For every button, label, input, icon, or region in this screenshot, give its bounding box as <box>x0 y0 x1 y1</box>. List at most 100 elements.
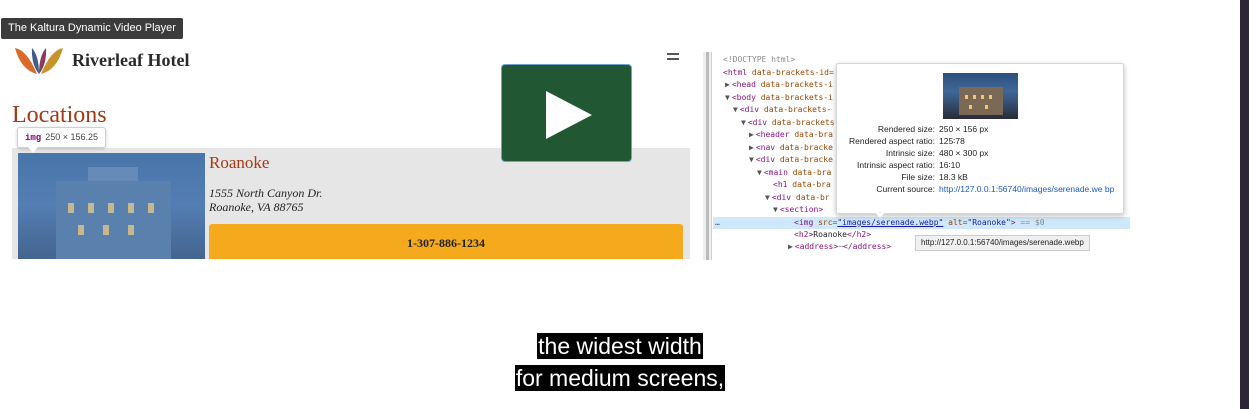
video-player[interactable]: Riverleaf Hotel Locations Roanoke 1555 N… <box>0 0 1240 409</box>
doctype-text: <!DOCTYPE html> <box>723 55 796 64</box>
dom-node-line[interactable]: <html data-brackets-id= <box>723 67 834 79</box>
h2-text: Roanoke <box>813 230 847 239</box>
caption-line-1: the widest width <box>537 333 703 359</box>
preview-value[interactable]: http://127.0.0.1:56740/images/serenade.w… <box>939 184 1119 195</box>
node-tag: <html <box>723 67 752 77</box>
selected-node-marker: == $0 <box>1015 218 1045 227</box>
selected-tag-open: <img <box>794 218 819 227</box>
preview-label: Intrinsic size: <box>885 148 935 158</box>
location-city: Roanoke <box>209 153 270 172</box>
preview-label: Intrinsic aspect ratio: <box>857 160 935 170</box>
preview-label: Rendered aspect ratio: <box>849 136 935 146</box>
node-attribute: data-bra <box>794 130 833 139</box>
preview-label: Current source: <box>876 184 935 194</box>
preview-row: Intrinsic aspect ratio: 16∶10 <box>837 160 1125 171</box>
dom-node-line[interactable]: ▶ <header data-bra <box>749 129 833 141</box>
node-attribute: data-bracke <box>779 142 833 152</box>
node-attribute: data-brackets-id= <box>751 67 834 77</box>
dom-node-line[interactable]: ▼ <div data-bracke <box>749 154 833 166</box>
image-preview-popover: Rendered size: 250 × 156 px Rendered aspec… <box>836 63 1124 214</box>
dom-node-line[interactable]: ▶ <head data-brackets-i <box>725 79 833 91</box>
node-tag: <body <box>731 92 761 102</box>
dom-node-line[interactable]: ▼ <div data-br <box>765 192 830 204</box>
node-toggle-icon[interactable]: ▼ <box>757 168 762 177</box>
inspect-tooltip-arrow <box>28 147 38 153</box>
selected-src-value[interactable]: "images/serenade.webp" <box>837 218 943 227</box>
phone-button[interactable]: 1-307-886-1234 <box>209 224 683 259</box>
node-toggle-icon[interactable]: ▼ <box>765 193 770 202</box>
dom-node-line[interactable]: <h1 data-bra <box>773 179 831 191</box>
address-tag-open: <address> <box>794 242 839 251</box>
preview-value: 125∶78 <box>939 136 965 146</box>
h2-node[interactable]: <h2>Roanoke</h2> <box>794 229 871 241</box>
preview-row: Intrinsic size: 480 × 300 px <box>837 148 1125 159</box>
node-tag: <h1 <box>773 180 793 189</box>
location-image <box>18 153 205 259</box>
node-attribute: data-bra <box>792 180 831 189</box>
preview-row: File size: 18.3 kB <box>837 172 1125 183</box>
address-line-1: 1555 North Canyon Dr. <box>209 186 323 200</box>
node-tag: <div <box>771 192 796 202</box>
node-tag: <div <box>739 105 764 114</box>
inspect-dims: 250 × 156.25 <box>45 132 99 142</box>
node-tag: <div <box>755 155 780 164</box>
play-button[interactable] <box>501 64 632 162</box>
node-tag: <head <box>731 80 761 89</box>
node-attribute: data-brackets- <box>763 105 832 114</box>
node-tag: <div <box>747 117 772 127</box>
preview-value: 250 × 156 px <box>939 124 989 134</box>
selected-img-node[interactable]: <img src="images/serenade.webp" alt="Roa… <box>794 217 1045 229</box>
preview-value: 16∶10 <box>939 160 961 170</box>
location-card: Roanoke 1555 North Canyon Dr. Roanoke, V… <box>12 148 690 259</box>
node-attribute: data-bracke <box>779 155 833 164</box>
address-node[interactable]: ▶ <address>⋯</address> <box>788 241 891 253</box>
inspect-tag: img <box>25 133 42 143</box>
node-attribute: data-brackets-i <box>760 92 833 102</box>
brand-name[interactable]: Riverleaf Hotel <box>72 50 189 71</box>
node-toggle-icon[interactable]: ▼ <box>741 118 746 127</box>
node-tag: <header <box>755 130 795 139</box>
preview-row: Rendered size: 250 × 156 px <box>837 124 1125 135</box>
node-tag: <nav <box>755 142 780 152</box>
preview-value: 480 × 300 px <box>939 148 989 158</box>
selected-src-attr: src= <box>818 218 838 227</box>
preview-value: 18.3 kB <box>939 172 968 182</box>
preview-label: Rendered size: <box>877 124 935 134</box>
menu-icon[interactable] <box>667 53 679 63</box>
dom-node-line[interactable]: ▼ <body data-brackets-i <box>725 92 833 104</box>
dom-node-line[interactable]: ▼ <main data-bra <box>757 167 831 179</box>
address-line-2: Roanoke, VA 88765 <box>209 200 304 214</box>
node-toggle-icon[interactable]: ▶ <box>749 143 754 152</box>
dom-node-line[interactable]: ▶ <nav data-bracke <box>749 142 833 154</box>
caption-line-2: for medium screens, <box>514 365 726 391</box>
node-toggle-icon[interactable]: ▶ <box>725 80 730 89</box>
node-toggle-icon[interactable]: ▼ <box>733 105 738 114</box>
address-node-expand-icon[interactable]: ▶ <box>788 242 793 251</box>
url-tooltip: http://127.0.0.1:56740/images/serenade.w… <box>915 235 1090 251</box>
selected-alt-attr: alt= <box>943 218 968 227</box>
node-attribute: data-brackets <box>771 117 835 127</box>
location-address: 1555 North Canyon Dr. Roanoke, VA 88765 <box>209 186 322 214</box>
node-attribute: data-brackets-i <box>760 80 833 89</box>
node-toggle-icon[interactable]: ▼ <box>773 205 778 214</box>
preview-row: Rendered aspect ratio: 125∶78 <box>837 136 1125 147</box>
preview-label: File size: <box>901 172 935 182</box>
riverleaf-logo <box>15 48 63 74</box>
dom-node-line[interactable]: ▼ <section> <box>773 204 823 216</box>
caption-line-2-wrap: for medium screens, <box>0 364 1240 392</box>
node-tag: <main <box>763 167 793 177</box>
player-title-tooltip: The Kaltura Dynamic Video Player <box>1 18 183 39</box>
h2-tag-open: <h2> <box>794 230 814 239</box>
h2-tag-close: </h2> <box>846 230 872 239</box>
node-toggle-icon[interactable]: ▶ <box>749 130 754 139</box>
preview-thumbnail <box>943 73 1018 119</box>
selected-node-ellipsis[interactable]: … <box>715 217 720 229</box>
dom-node-line[interactable]: ▼ <div data-brackets <box>741 117 835 129</box>
node-attribute: data-bra <box>792 167 832 177</box>
dom-node-line[interactable]: ▼ <div data-brackets- <box>733 104 831 116</box>
dom-node-line[interactable]: <!DOCTYPE html> <box>723 54 795 66</box>
node-toggle-icon[interactable]: ▼ <box>725 93 730 102</box>
play-icon <box>546 91 592 139</box>
node-toggle-icon[interactable]: ▼ <box>749 155 754 164</box>
window-edge <box>1240 0 1249 409</box>
